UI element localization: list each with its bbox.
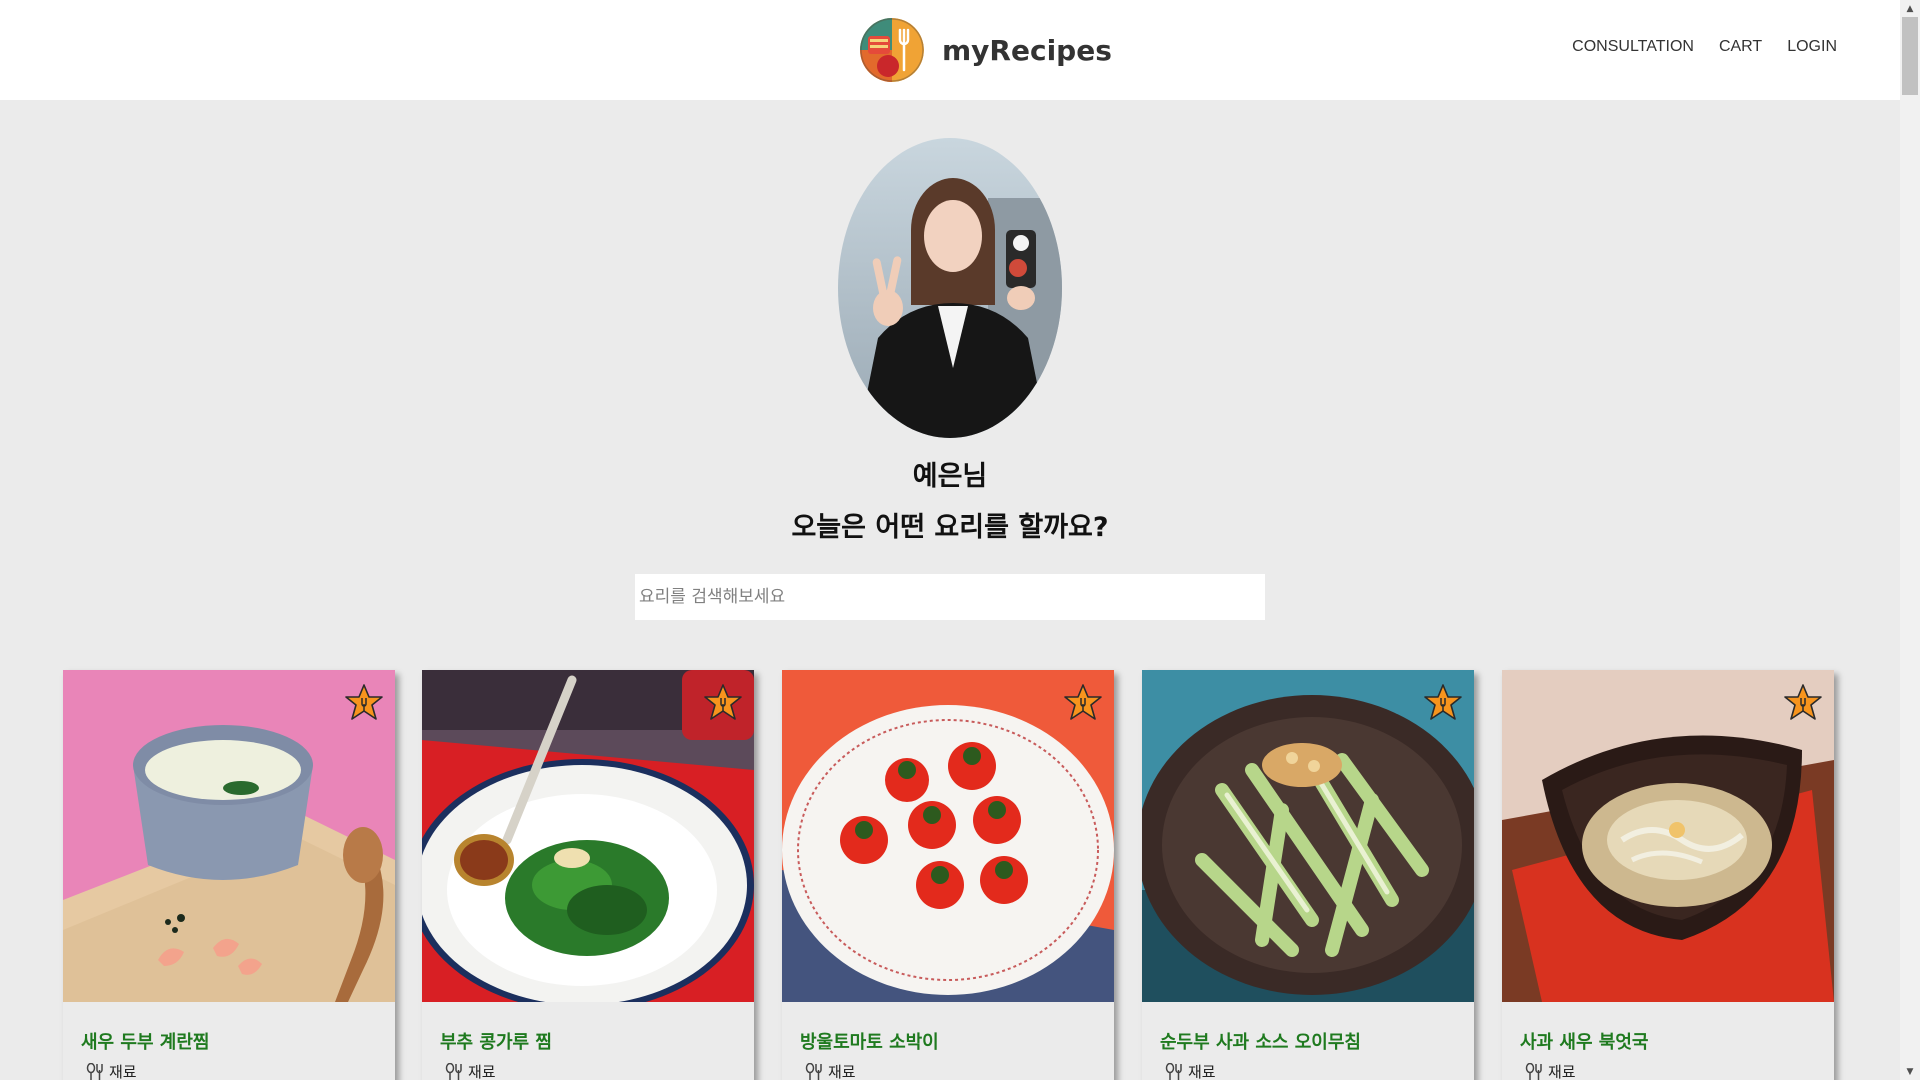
profile-photo-image	[838, 138, 1062, 438]
favorite-star-icon[interactable]	[1424, 684, 1462, 722]
spoon-fork-icon	[805, 1062, 822, 1080]
recipe-image	[422, 670, 754, 1002]
recipe-title[interactable]: 순두부 사과 소스 오이무침	[1160, 1028, 1361, 1054]
header: myRecipes CONSULTATION CART LOGIN	[0, 0, 1900, 100]
page-scrollbar[interactable]: ▲ ▼	[1900, 0, 1920, 1080]
nav-login[interactable]: LOGIN	[1787, 38, 1837, 56]
user-greeting-name: 예은님	[912, 461, 988, 492]
recipe-ingredients-label: 재료	[828, 1063, 856, 1080]
favorite-star-icon[interactable]	[345, 684, 383, 722]
profile-photo	[838, 138, 1062, 438]
recipe-ingredients: 재료	[444, 1061, 496, 1080]
recipe-ingredients-label: 재료	[109, 1063, 137, 1080]
logo-icon	[860, 18, 924, 82]
recipe-card[interactable]: 방울토마토 소박이 재료	[782, 670, 1114, 1080]
recipe-image	[782, 670, 1114, 1002]
recipe-ingredients: 재료	[804, 1061, 856, 1080]
recipe-image	[1142, 670, 1474, 1002]
spoon-fork-icon	[1525, 1062, 1542, 1080]
spoon-fork-icon	[1165, 1062, 1182, 1080]
greeting-question: 오늘은 어떤 요리를 할까요?	[791, 512, 1109, 543]
recipe-title[interactable]: 방울토마토 소박이	[800, 1028, 939, 1054]
recipe-title[interactable]: 사과 새우 북엇국	[1520, 1028, 1648, 1054]
recipe-ingredients-label: 재료	[1188, 1063, 1216, 1080]
recipe-title[interactable]: 부추 콩가루 찜	[440, 1028, 552, 1054]
recipe-card[interactable]: 부추 콩가루 찜 재료	[422, 670, 754, 1080]
favorite-star-icon[interactable]	[1064, 684, 1102, 722]
recipe-card[interactable]: 사과 새우 북엇국 재료	[1502, 670, 1834, 1080]
favorite-star-icon[interactable]	[704, 684, 742, 722]
spoon-fork-icon	[445, 1062, 462, 1080]
brand-name: myRecipes	[942, 33, 1112, 67]
recipe-card[interactable]: 순두부 사과 소스 오이무침 재료	[1142, 670, 1474, 1080]
page: myRecipes CONSULTATION CART LOGIN 예은님 오늘…	[0, 0, 1920, 1080]
top-nav: CONSULTATION CART LOGIN	[1572, 38, 1837, 56]
scroll-thumb[interactable]	[1902, 17, 1918, 95]
search-input[interactable]	[635, 574, 1265, 620]
recipe-ingredients-label: 재료	[468, 1063, 496, 1080]
spoon-fork-icon	[86, 1062, 103, 1080]
recipe-ingredients: 재료	[85, 1061, 137, 1080]
recipe-image	[1502, 670, 1834, 1002]
recipe-title[interactable]: 새우 두부 계란찜	[81, 1028, 209, 1054]
scroll-down-arrow-icon[interactable]: ▼	[1900, 1063, 1920, 1080]
recipe-card[interactable]: 새우 두부 계란찜 재료	[63, 670, 395, 1080]
favorite-star-icon[interactable]	[1784, 684, 1822, 722]
recipe-ingredients: 재료	[1524, 1061, 1576, 1080]
recipe-ingredients-label: 재료	[1548, 1063, 1576, 1080]
recipe-image	[63, 670, 395, 1002]
brand-link[interactable]: myRecipes	[860, 18, 1112, 82]
scroll-up-arrow-icon[interactable]: ▲	[1900, 0, 1920, 17]
recipe-ingredients: 재료	[1164, 1061, 1216, 1080]
nav-cart[interactable]: CART	[1719, 38, 1762, 56]
nav-consultation[interactable]: CONSULTATION	[1572, 38, 1694, 56]
